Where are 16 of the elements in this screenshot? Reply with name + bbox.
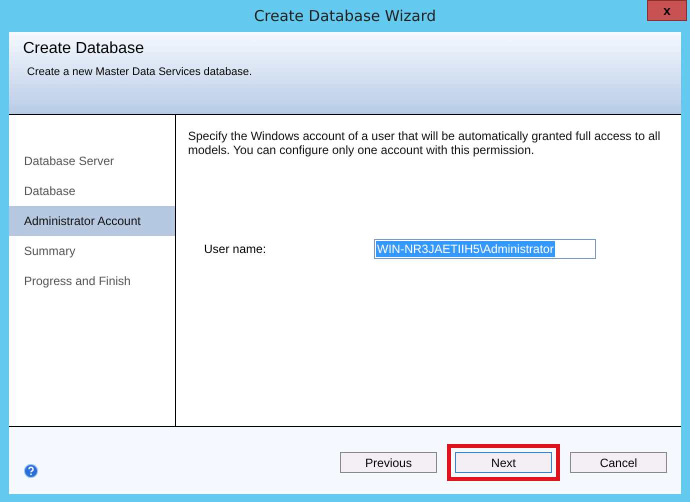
step-item[interactable]: Database <box>9 176 175 206</box>
page-title: Create Database <box>23 40 145 58</box>
close-button[interactable]: x <box>647 0 687 21</box>
step-item[interactable]: Administrator Account <box>9 206 175 236</box>
help-icon[interactable] <box>24 464 38 478</box>
step-item[interactable]: Database Server <box>9 146 175 176</box>
step-item[interactable]: Progress and Finish <box>9 266 175 296</box>
step-item[interactable]: Summary <box>9 236 175 266</box>
user-name-value: WIN-NR3JAETIIH5\Administrator <box>376 241 555 257</box>
description-text: Specify the Windows account of a user that will be automatically granted full access to all models. You can configure only one account with this permission. <box>188 129 662 157</box>
page-subtitle: Create a new Master Data Services database. <box>26 66 254 78</box>
wizard-button[interactable]: Cancel <box>570 452 667 473</box>
wizard-button[interactable]: Previous <box>340 452 437 473</box>
window-title: Create Database Wizard <box>254 7 436 25</box>
user-name-label: User name: <box>204 242 268 256</box>
wizard-button[interactable]: Next <box>455 452 552 473</box>
